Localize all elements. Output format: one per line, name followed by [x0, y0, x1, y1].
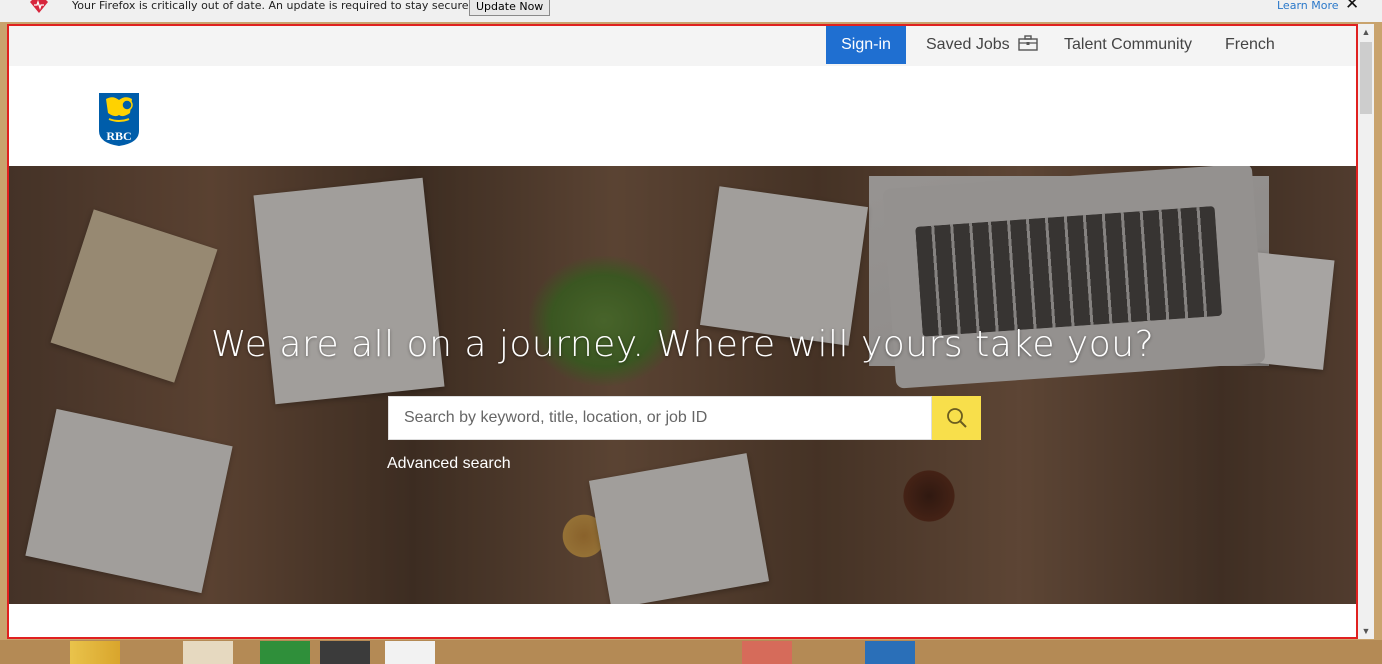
scroll-up-icon[interactable]: ▲ [1358, 24, 1374, 40]
taskbar-app-icon[interactable] [260, 641, 310, 664]
site-header: RBC [9, 66, 1356, 166]
hero-overlay [9, 166, 1356, 604]
update-message: Your Firefox is critically out of date. … [72, 0, 472, 12]
close-icon[interactable]: ✕ [1345, 0, 1359, 13]
page-viewport: Sign-in Saved Jobs Talent Community Fren… [7, 24, 1358, 639]
top-navigation: Sign-in Saved Jobs Talent Community Fren… [9, 26, 1356, 66]
advanced-search-link[interactable]: Advanced search [387, 455, 511, 473]
briefcase-icon [1018, 35, 1038, 51]
rbc-logo-text: RBC [106, 129, 131, 143]
hero-banner: We are all on a journey. Where will your… [9, 166, 1356, 604]
page-scrollbar[interactable]: ▲ ▼ [1358, 24, 1374, 639]
hero-title: We are all on a journey. Where will your… [210, 324, 1155, 365]
update-now-button[interactable]: Update Now [469, 0, 551, 16]
taskbar-app-icon[interactable] [183, 641, 233, 664]
talent-community-link[interactable]: Talent Community [1064, 26, 1192, 64]
saved-jobs-label: Saved Jobs [926, 36, 1010, 53]
taskbar-app-icon[interactable] [320, 641, 370, 664]
taskbar-app-icon[interactable] [385, 641, 435, 664]
search-icon [946, 408, 967, 428]
french-language-link[interactable]: French [1225, 26, 1275, 64]
scrollbar-thumb[interactable] [1360, 42, 1372, 114]
search-input[interactable] [389, 397, 931, 439]
rbc-logo[interactable]: RBC [97, 91, 141, 147]
taskbar-app-icon[interactable] [742, 641, 792, 664]
job-search-box [388, 396, 932, 440]
taskbar-app-icon[interactable] [70, 641, 120, 664]
update-notification-bar: Your Firefox is critically out of date. … [0, 0, 1382, 22]
signin-button[interactable]: Sign-in [826, 26, 906, 64]
scroll-down-icon[interactable]: ▼ [1358, 623, 1374, 639]
saved-jobs-link[interactable]: Saved Jobs [926, 26, 1038, 64]
content-below-hero [9, 604, 1356, 637]
learn-more-link[interactable]: Learn More [1277, 0, 1339, 12]
taskbar-app-icon[interactable] [865, 641, 915, 664]
search-button[interactable] [932, 396, 981, 440]
os-taskbar [0, 640, 1382, 664]
firefox-alert-icon [30, 0, 48, 13]
